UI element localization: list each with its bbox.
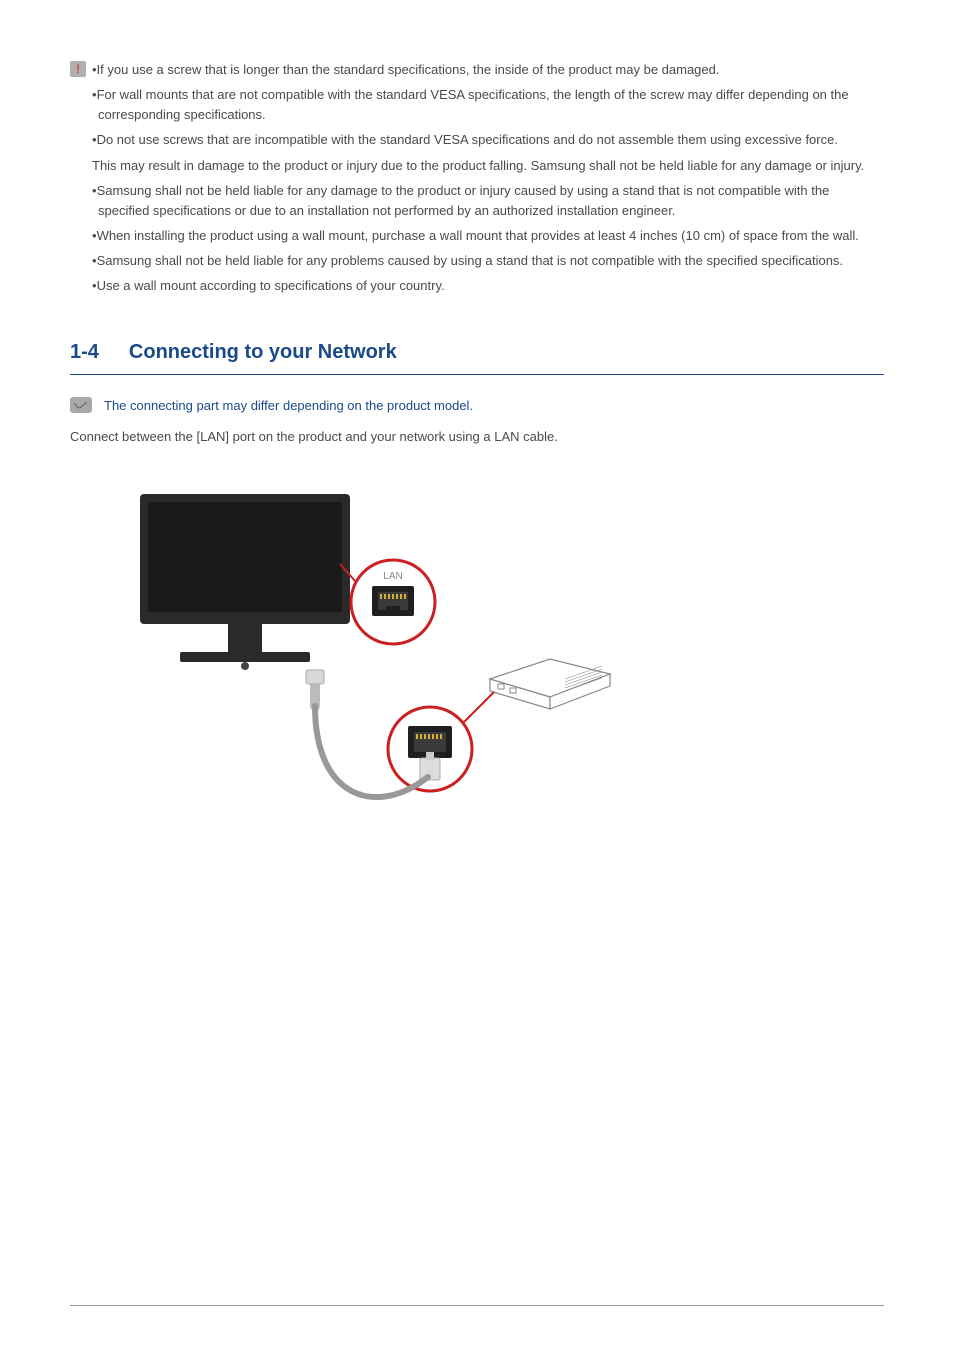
warning-block: ! If you use a screw that is longer than… xyxy=(70,60,884,301)
warning-icon: ! xyxy=(70,61,86,77)
monitor-icon xyxy=(140,494,350,670)
warning-bullet: Do not use screws that are incompatible … xyxy=(92,130,884,150)
exclamation-icon: ! xyxy=(76,63,80,75)
note-text: The connecting part may differ depending… xyxy=(104,398,473,413)
body-text: Connect between the [LAN] port on the pr… xyxy=(70,429,884,444)
note-block: The connecting part may differ depending… xyxy=(70,397,884,413)
warning-bullet: If you use a screw that is longer than t… xyxy=(92,60,884,80)
warning-bullet: Samsung shall not be held liable for any… xyxy=(92,251,884,271)
warning-bullet: Use a wall mount according to specificat… xyxy=(92,276,884,296)
callout-line xyxy=(464,692,494,722)
lan-label: LAN xyxy=(383,571,402,582)
note-icon xyxy=(70,397,92,413)
lan-diagram-svg: LAN xyxy=(120,474,620,824)
section-heading: 1-4 Connecting to your Network xyxy=(70,341,884,364)
warning-paragraph: This may result in damage to the product… xyxy=(92,156,884,176)
router-icon xyxy=(490,659,610,709)
warning-list: If you use a screw that is longer than t… xyxy=(92,60,884,301)
lan-connection-illustration: LAN xyxy=(120,474,884,829)
footer-divider xyxy=(70,1305,884,1306)
section-title: Connecting to your Network xyxy=(129,341,397,364)
warning-bullet: When installing the product using a wall… xyxy=(92,226,884,246)
section-number: 1-4 xyxy=(70,341,99,364)
section-divider xyxy=(70,374,884,375)
warning-bullet: Samsung shall not be held liable for any… xyxy=(92,181,884,221)
lan-port-zoom: LAN xyxy=(351,560,435,644)
warning-bullet: For wall mounts that are not compatible … xyxy=(92,85,884,125)
